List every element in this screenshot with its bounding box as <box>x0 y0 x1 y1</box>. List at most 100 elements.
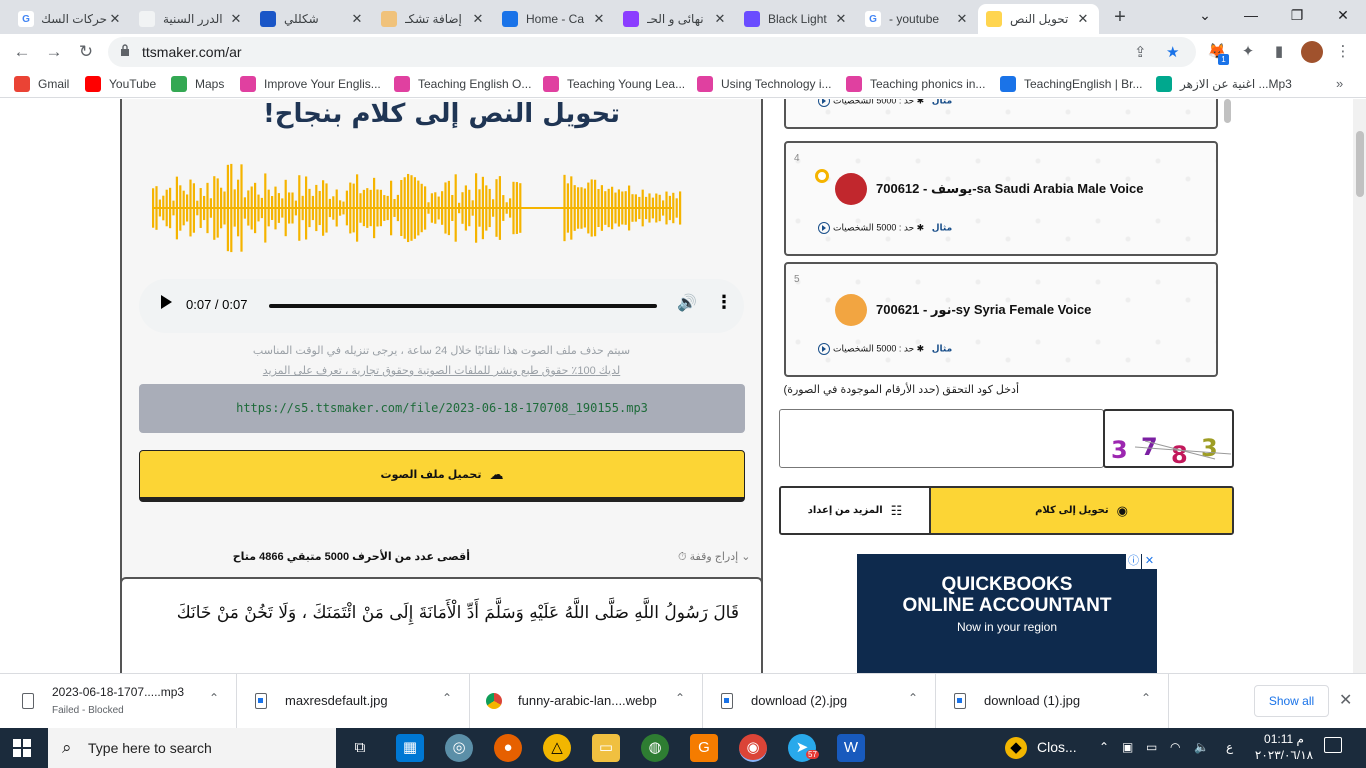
close-tab-icon[interactable]: ✕ <box>833 11 849 27</box>
new-tab-button[interactable]: + <box>1108 5 1132 29</box>
audio-player[interactable]: 0:07 / 0:07 🔊 ⋮ <box>139 279 744 333</box>
taskbar-search-box[interactable]: ⌕ Type here to search <box>48 728 336 768</box>
bookmark-item[interactable]: Improve Your Englis... <box>240 76 381 92</box>
browser-tab[interactable]: شكللي ✕ <box>252 4 373 34</box>
microsoft-store-icon[interactable]: ▦ <box>396 734 424 762</box>
bookmark-item[interactable]: TeachingEnglish | Br... <box>1000 76 1143 92</box>
captcha-input[interactable] <box>779 409 1104 468</box>
volume-icon[interactable]: 🔊 <box>677 293 697 313</box>
extensions-puzzle-icon[interactable]: ✦ <box>1237 41 1259 63</box>
earth-app-icon[interactable]: ◍ <box>641 734 669 762</box>
minimize-button[interactable]: — <box>1228 0 1274 32</box>
windows-start-icon[interactable] <box>13 739 31 757</box>
sample-play-icon[interactable] <box>818 99 830 107</box>
download-item[interactable]: download (1).jpg ⌃ <box>936 674 1169 729</box>
download-options-chevron-icon[interactable]: ⌃ <box>908 691 918 705</box>
audio-file-url[interactable]: https://s5.ttsmaker.com/file/2023-06-18-… <box>139 384 745 433</box>
reload-icon[interactable]: ↻ <box>72 38 100 66</box>
share-icon[interactable]: ⇪ <box>1134 43 1147 61</box>
close-tab-icon[interactable]: ✕ <box>107 11 123 27</box>
close-tab-icon[interactable]: ✕ <box>1075 11 1091 27</box>
page-scrollbar[interactable] <box>1353 99 1366 673</box>
battery-icon[interactable]: ▭ <box>1146 740 1157 754</box>
download-item[interactable]: maxresdefault.jpg ⌃ <box>237 674 470 729</box>
bookmark-item[interactable]: Maps <box>171 76 224 92</box>
voice-scroll-thumb[interactable] <box>1224 99 1231 123</box>
close-window-button[interactable]: ✕ <box>1320 0 1366 32</box>
close-download-bar-icon[interactable]: ✕ <box>1339 690 1352 710</box>
bookmark-item[interactable]: Teaching phonics in... <box>846 76 985 92</box>
tray-app-icon[interactable]: ▣ <box>1122 740 1133 754</box>
page-scroll-thumb[interactable] <box>1356 131 1364 197</box>
browser-tab[interactable]: نهائى و الحـ ✕ <box>615 4 736 34</box>
browser-tab[interactable]: G حركات السك ✕ <box>10 4 131 34</box>
profile-avatar[interactable] <box>1301 41 1323 63</box>
close-tab-icon[interactable]: ✕ <box>228 11 244 27</box>
volume-tray-icon[interactable]: 🔈 <box>1194 740 1209 754</box>
play-icon[interactable] <box>161 295 172 309</box>
browser-tab[interactable]: الدرر السنية ✕ <box>131 4 252 34</box>
address-bar[interactable]: ttsmaker.com/ar ⇪ ★ <box>108 37 1196 67</box>
close-tab-icon[interactable]: ✕ <box>591 11 607 27</box>
player-menu-icon[interactable]: ⋮ <box>715 292 733 313</box>
browser-tab[interactable]: Black Light ✕ <box>736 4 857 34</box>
system-clock[interactable]: 01:11 م ٢٠٢٣/٠٦/١٨ <box>1254 731 1314 763</box>
bookmark-item[interactable]: Gmail <box>14 76 69 92</box>
restore-button[interactable]: ❐ <box>1274 0 1320 32</box>
bookmark-item[interactable]: اغنية عن الازهر ...Mp3 <box>1156 76 1292 92</box>
copyright-link[interactable]: لديك 100٪ حقوق طبع ونشر للملفات الصوتية … <box>122 361 761 381</box>
voice-option[interactable]: 4 700612 - يوسف-sa Saudi Arabia Male Voic… <box>784 141 1218 256</box>
voice-sample-link[interactable]: مثال <box>932 99 952 105</box>
menu-kebab-icon[interactable]: ⋮ <box>1332 41 1354 63</box>
input-language[interactable]: ع <box>1226 740 1233 754</box>
lock-icon[interactable] <box>120 44 130 56</box>
bookmark-star-icon[interactable]: ★ <box>1166 43 1179 61</box>
bookmark-item[interactable]: Teaching Young Lea... <box>543 76 685 92</box>
text-input-area[interactable]: قَالَ رَسُولُ اللَّهِ صَلَّى اللَّهُ عَل… <box>120 577 763 673</box>
file-explorer-icon[interactable]: ▭ <box>592 734 620 762</box>
voice-list-scrollbar[interactable] <box>1222 99 1234 363</box>
weather-text[interactable]: Clos... <box>1037 739 1077 755</box>
browser-tab[interactable]: تحويل النص ✕ <box>978 4 1099 34</box>
close-tab-icon[interactable]: ✕ <box>712 11 728 27</box>
firefox-icon[interactable]: ● <box>494 734 522 762</box>
download-item[interactable]: 2023-06-18-1707.....mp3 Failed - Blocked ⌃ <box>4 674 237 729</box>
show-all-downloads-button[interactable]: Show all <box>1254 685 1329 717</box>
forward-arrow-icon[interactable]: → <box>40 38 68 66</box>
voice-option[interactable]: مثال ✱ حد : 5000 الشخصيات <box>784 99 1218 129</box>
sample-play-icon[interactable] <box>818 222 830 234</box>
input-text[interactable]: قَالَ رَسُولُ اللَّهِ صَلَّى اللَّهُ عَل… <box>177 603 739 623</box>
bookmarks-overflow-icon[interactable]: » <box>1336 76 1343 91</box>
ad-info-icon[interactable]: ⓘ <box>1126 554 1141 569</box>
side-panel-icon[interactable]: ▮ <box>1268 41 1290 63</box>
tab-search-chevron-icon[interactable]: ⌄ <box>1182 0 1228 32</box>
tray-chevron-icon[interactable]: ⌃ <box>1099 740 1109 754</box>
people-app-icon[interactable]: ◎ <box>445 734 473 762</box>
weather-icon[interactable]: ◆ <box>1005 737 1027 759</box>
back-arrow-icon[interactable]: ← <box>8 38 36 66</box>
download-audio-button[interactable]: ☁ تحميل ملف الصوت <box>139 450 745 502</box>
close-tab-icon[interactable]: ✕ <box>349 11 365 27</box>
close-tab-icon[interactable]: ✕ <box>954 11 970 27</box>
voice-radio-selected[interactable] <box>815 169 829 183</box>
app-triangle-icon[interactable]: △ <box>543 734 571 762</box>
pdf-app-icon[interactable]: G <box>690 734 718 762</box>
bookmark-item[interactable]: Teaching English O... <box>394 76 531 92</box>
download-item[interactable]: download (2).jpg ⌃ <box>703 674 936 729</box>
browser-tab[interactable]: إضافة تشكـ ✕ <box>373 4 494 34</box>
convert-to-speech-button[interactable]: ◉ تحويل إلى كلام <box>931 488 1232 533</box>
browser-tab[interactable]: Home - Ca ✕ <box>494 4 615 34</box>
download-item[interactable]: funny-arabic-lan....webp ⌃ <box>470 674 703 729</box>
download-options-chevron-icon[interactable]: ⌃ <box>442 691 452 705</box>
browser-tab[interactable]: Gyoutube - ✕ <box>857 4 978 34</box>
bookmark-item[interactable]: YouTube <box>85 76 156 92</box>
download-options-chevron-icon[interactable]: ⌃ <box>209 691 219 705</box>
chrome-taskbar-icon[interactable]: ◉ <box>739 734 767 762</box>
url-text[interactable]: ttsmaker.com/ar <box>142 44 242 60</box>
bookmark-item[interactable]: Using Technology i... <box>697 76 832 92</box>
download-options-chevron-icon[interactable]: ⌃ <box>1141 691 1151 705</box>
task-view-icon[interactable]: ⧉ <box>346 734 374 762</box>
more-settings-button[interactable]: ☷ المزيد من إعداد <box>781 488 931 533</box>
voice-option[interactable]: 5 700621 - نور-sy Syria Female Voice مثال … <box>784 262 1218 377</box>
close-tab-icon[interactable]: ✕ <box>470 11 486 27</box>
